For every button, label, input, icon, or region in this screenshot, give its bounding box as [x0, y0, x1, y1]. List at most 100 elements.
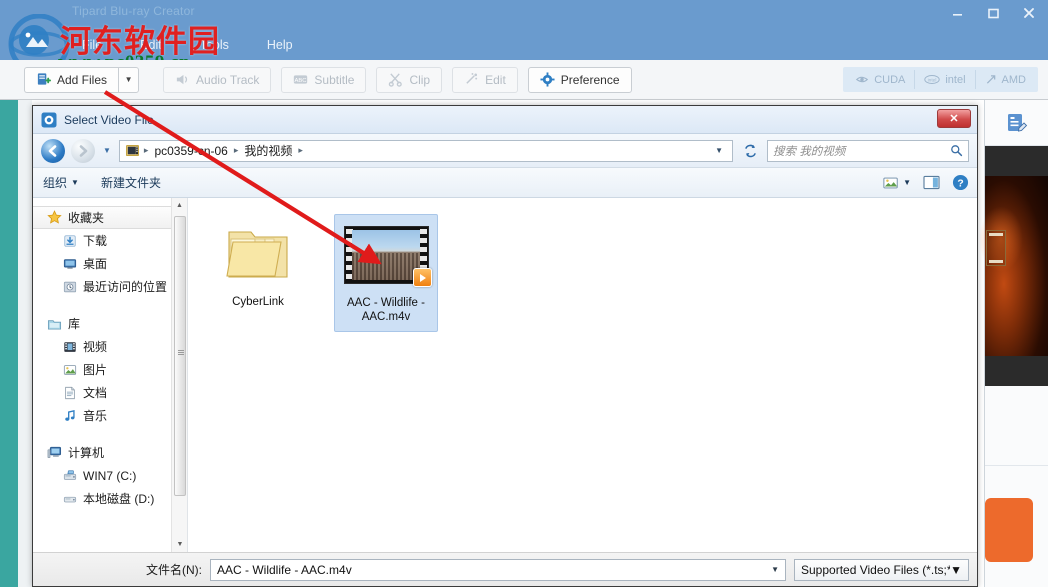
- speaker-icon: [176, 74, 188, 85]
- nav-label: 下载: [83, 234, 108, 248]
- left-spacer: [18, 100, 32, 587]
- svg-text:ABC: ABC: [295, 78, 307, 84]
- nav-item-computer[interactable]: 计算机: [33, 441, 187, 464]
- back-arrow-icon: [48, 144, 57, 157]
- nav-item-drive-c[interactable]: WIN7 (C:): [33, 464, 187, 487]
- nav-gap: [33, 427, 187, 441]
- nav-label: 最近访问的位置: [83, 280, 168, 294]
- view-mode-button[interactable]: ▼: [883, 176, 911, 190]
- history-dropdown-icon[interactable]: ▼: [103, 146, 111, 155]
- organize-button[interactable]: 组织 ▼: [43, 174, 79, 191]
- dialog-body: 收藏夹 下载 桌面 最近访问的位置 库 视频 图片 文档 音乐 计算机 WIN7…: [33, 198, 977, 552]
- dialog-footer: 文件名(N): AAC - Wildlife - AAC.m4v ▼ Suppo…: [33, 552, 977, 586]
- clip-button[interactable]: Clip: [376, 66, 443, 93]
- nav-item-pictures[interactable]: 图片: [33, 358, 187, 381]
- help-button[interactable]: ?: [952, 174, 969, 191]
- add-files-group: Add Files ▼: [24, 66, 140, 93]
- nav-label: 视频: [83, 340, 108, 354]
- menu-tools[interactable]: Tools: [196, 36, 233, 54]
- select-video-file-dialog: Select Video File ✕ ▼ ▸ pc0359-cn-06 ▸ 我…: [32, 105, 978, 587]
- cuda-badge[interactable]: CUDA: [846, 70, 916, 89]
- amd-badge[interactable]: AMD: [976, 70, 1035, 89]
- file-thumbnail: [342, 219, 432, 291]
- play-overlay-icon: [412, 268, 432, 287]
- filename-input[interactable]: AAC - Wildlife - AAC.m4v ▼: [210, 558, 786, 581]
- filetype-select[interactable]: Supported Video Files (*.ts;* ▼: [794, 558, 969, 581]
- preview-pane-button[interactable]: [923, 175, 940, 190]
- amd-arrow-icon: [986, 75, 995, 84]
- new-folder-button[interactable]: 新建文件夹: [101, 174, 161, 191]
- scroll-up-icon[interactable]: ▲: [172, 198, 187, 213]
- breadcrumb-item-computer[interactable]: pc0359-cn-06: [152, 144, 229, 158]
- preview-controls-area: [985, 386, 1048, 466]
- nav-item-desktop[interactable]: 桌面: [33, 252, 187, 275]
- add-files-button[interactable]: Add Files: [24, 66, 119, 93]
- file-item-folder[interactable]: CyberLink: [206, 214, 310, 332]
- documents-icon: [65, 386, 75, 399]
- nav-item-recent-places[interactable]: 最近访问的位置: [33, 275, 187, 298]
- organize-label: 组织: [43, 176, 68, 190]
- search-input[interactable]: 搜索 我的视频: [767, 139, 969, 162]
- chevron-down-icon[interactable]: ▼: [771, 565, 779, 574]
- audio-track-button[interactable]: Audio Track: [163, 66, 272, 93]
- nav-item-downloads[interactable]: 下载: [33, 229, 187, 252]
- audio-track-label: Audio Track: [196, 72, 260, 87]
- dialog-close-button[interactable]: ✕: [937, 109, 971, 128]
- edit-list-button[interactable]: [985, 100, 1048, 146]
- nav-item-libraries[interactable]: 库: [33, 312, 187, 335]
- chevron-down-icon[interactable]: ▼: [950, 563, 962, 577]
- chevron-down-icon: ▼: [124, 75, 133, 84]
- magic-wand-icon: [466, 72, 478, 84]
- back-button[interactable]: [41, 138, 65, 163]
- nav-label: WIN7 (C:): [83, 468, 137, 483]
- nav-item-favorites[interactable]: 收藏夹: [33, 206, 187, 229]
- edit-list-icon: [1007, 113, 1027, 132]
- preference-button[interactable]: Preference: [527, 66, 632, 93]
- forward-button[interactable]: [71, 138, 95, 163]
- file-thumbnail: [214, 218, 302, 290]
- file-list[interactable]: CyberLink AAC - Wildlife - AAC.m4v: [188, 198, 977, 552]
- subtitle-button[interactable]: ABC Subtitle: [281, 66, 367, 93]
- acceleration-badges: CUDA intel intel AMD: [843, 67, 1038, 92]
- minimize-icon[interactable]: [946, 2, 968, 24]
- nav-gap: [33, 298, 187, 312]
- nav-item-documents[interactable]: 文档: [33, 381, 187, 404]
- menubar: File Edit Tools Help: [78, 36, 297, 54]
- maximize-icon[interactable]: [982, 2, 1004, 24]
- close-icon[interactable]: [1018, 2, 1040, 24]
- search-placeholder: 搜索 我的视频: [773, 145, 846, 158]
- nav-label: 文档: [83, 386, 108, 400]
- help-icon: ?: [952, 174, 969, 191]
- add-files-dropdown[interactable]: ▼: [118, 66, 140, 93]
- dialog-titlebar[interactable]: Select Video File ✕: [33, 106, 977, 134]
- navpane-scrollbar[interactable]: ▲ ▼: [171, 198, 187, 552]
- menu-file[interactable]: File: [78, 36, 106, 54]
- subtitle-label: Subtitle: [314, 72, 355, 87]
- refresh-button[interactable]: [739, 140, 761, 162]
- breadcrumb-separator: ▸: [233, 145, 239, 155]
- file-row: CyberLink AAC - Wildlife - AAC.m4v: [206, 214, 977, 332]
- window-controls: [946, 2, 1040, 24]
- intel-badge[interactable]: intel intel: [915, 70, 976, 89]
- breadcrumb[interactable]: ▸ pc0359-cn-06 ▸ 我的视频 ▸ ▼: [118, 139, 733, 162]
- nav-item-drive-d[interactable]: 本地磁盘 (D:): [33, 487, 187, 510]
- app-titlebar[interactable]: Tipard Blu-ray Creator: [0, 0, 1048, 28]
- cuda-label: CUDA: [874, 73, 906, 86]
- scroll-down-icon[interactable]: ▼: [172, 537, 187, 552]
- menu-help[interactable]: Help: [263, 36, 297, 54]
- nav-item-videos[interactable]: 视频: [33, 335, 187, 358]
- breadcrumb-dropdown-icon[interactable]: ▼: [715, 146, 727, 155]
- edit-label: Edit: [485, 72, 506, 87]
- breadcrumb-item-videos[interactable]: 我的视频: [242, 142, 294, 159]
- nav-item-music[interactable]: 音乐: [33, 404, 187, 427]
- video-preview[interactable]: [979, 146, 1048, 386]
- edit-button[interactable]: Edit: [452, 66, 518, 93]
- dialog-command-bar: 组织 ▼ 新建文件夹 ▼ ?: [33, 168, 977, 198]
- scrollbar-thumb[interactable]: [174, 216, 186, 496]
- nav-label: 计算机: [68, 446, 105, 460]
- file-item-video[interactable]: AAC - Wildlife - AAC.m4v: [334, 214, 438, 332]
- burn-action-button[interactable]: [985, 498, 1033, 562]
- forward-arrow-icon: [79, 144, 88, 157]
- nav-label: 图片: [83, 363, 108, 377]
- menu-edit[interactable]: Edit: [136, 36, 166, 54]
